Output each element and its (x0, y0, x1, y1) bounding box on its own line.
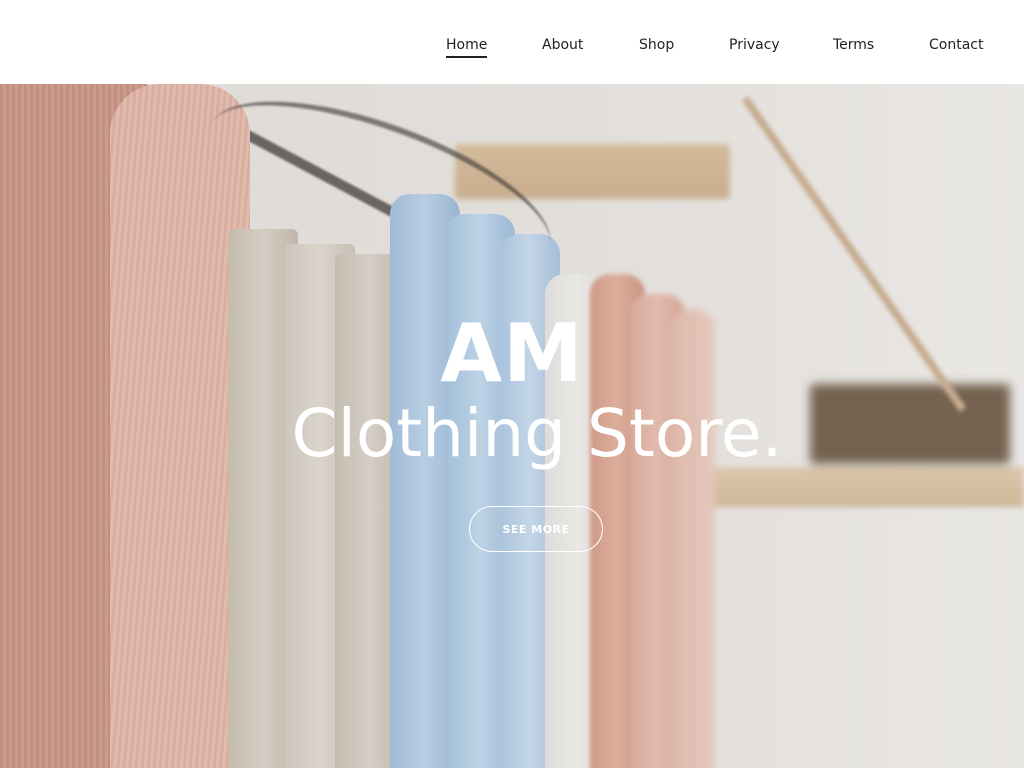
nav-link-home[interactable]: Home (446, 36, 488, 58)
nav-link-privacy[interactable]: Privacy (729, 36, 780, 54)
nav-link-shop[interactable]: Shop (639, 36, 674, 54)
nav-link-contact[interactable]: Contact (929, 36, 983, 54)
hero-title: AM (440, 307, 584, 400)
see-more-button[interactable]: SEE MORE (469, 506, 603, 552)
hero-subtitle: Clothing Store. (291, 395, 783, 472)
nav-link-terms[interactable]: Terms (833, 36, 874, 54)
site-header: Home About Shop Privacy Terms Contact (0, 0, 1024, 84)
hero-section: AM Clothing Store. SEE MORE (0, 84, 1024, 768)
nav-link-about[interactable]: About (542, 36, 583, 54)
